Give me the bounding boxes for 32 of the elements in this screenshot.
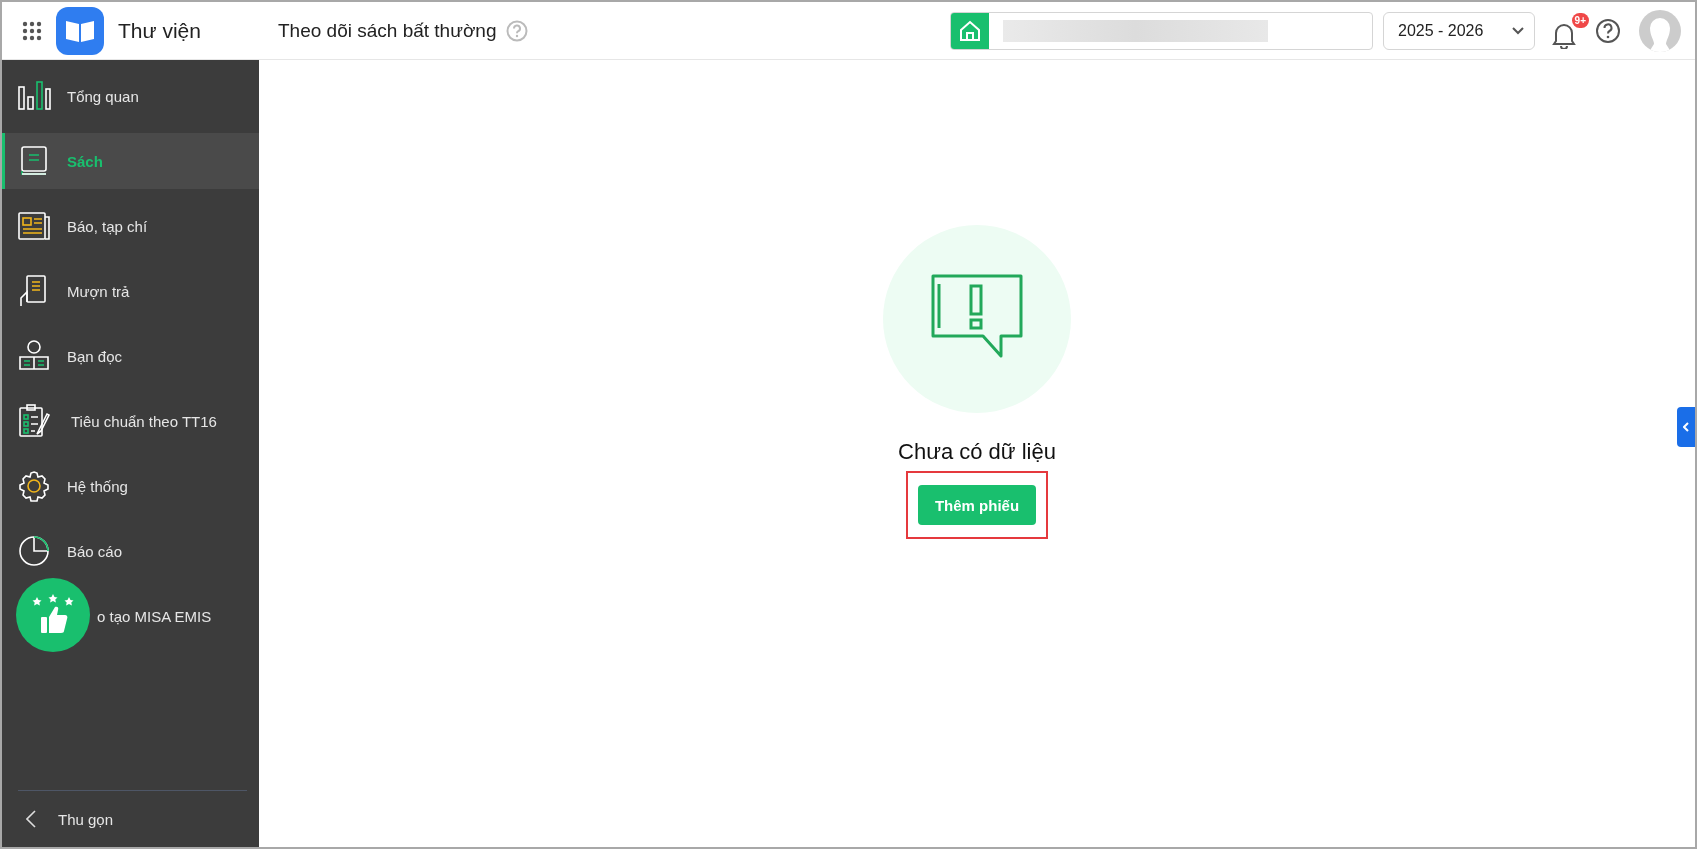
sidebar-item[interactable]: Báo cáo (2, 523, 259, 579)
collapse-button[interactable]: Thu gọn (2, 791, 259, 847)
sidebar-item[interactable]: Sách (2, 133, 259, 189)
empty-message: Chưa có dữ liệu (898, 439, 1056, 465)
notification-button[interactable]: 9+ (1551, 12, 1589, 49)
sidebar-item[interactable]: Mượn trả (2, 263, 259, 319)
person-reading-icon (17, 339, 51, 373)
sidebar-item[interactable]: Hệ thống (2, 458, 259, 514)
school-select-field[interactable] (950, 11, 1373, 50)
chevron-down-icon (1512, 26, 1524, 35)
sidebar-item[interactable]: Tổng quan (2, 68, 259, 124)
app-grid-icon[interactable] (22, 20, 42, 41)
help-icon (1595, 17, 1621, 44)
pie-chart-icon (17, 534, 51, 568)
sidebar-item[interactable]: Tiêu chuẩn theo TT16 (2, 393, 259, 449)
gear-icon (17, 469, 51, 503)
app-name: Thư viện (118, 18, 201, 43)
sidebar-item[interactable]: o tạo MISA EMIS (2, 588, 259, 644)
notification-badge: 9+ (1571, 12, 1589, 28)
chevron-left-icon (1683, 422, 1689, 432)
newspaper-icon (17, 209, 51, 243)
book-logo-icon (56, 6, 104, 55)
bar-chart-icon (17, 79, 51, 113)
school-year-dropdown[interactable]: 2025 - 2026 (1383, 11, 1535, 50)
sidebar-item[interactable]: Báo, tạp chí (2, 198, 259, 254)
chevron-left-icon (26, 810, 36, 828)
help-button[interactable] (1595, 17, 1621, 44)
clipboard-checklist-icon (17, 404, 51, 438)
home-icon (958, 18, 982, 43)
page-title: Theo dõi sách bất thường (278, 19, 497, 42)
sidebar-item[interactable]: Bạn đọc (2, 328, 259, 384)
side-panel-toggle[interactable] (1677, 407, 1695, 447)
